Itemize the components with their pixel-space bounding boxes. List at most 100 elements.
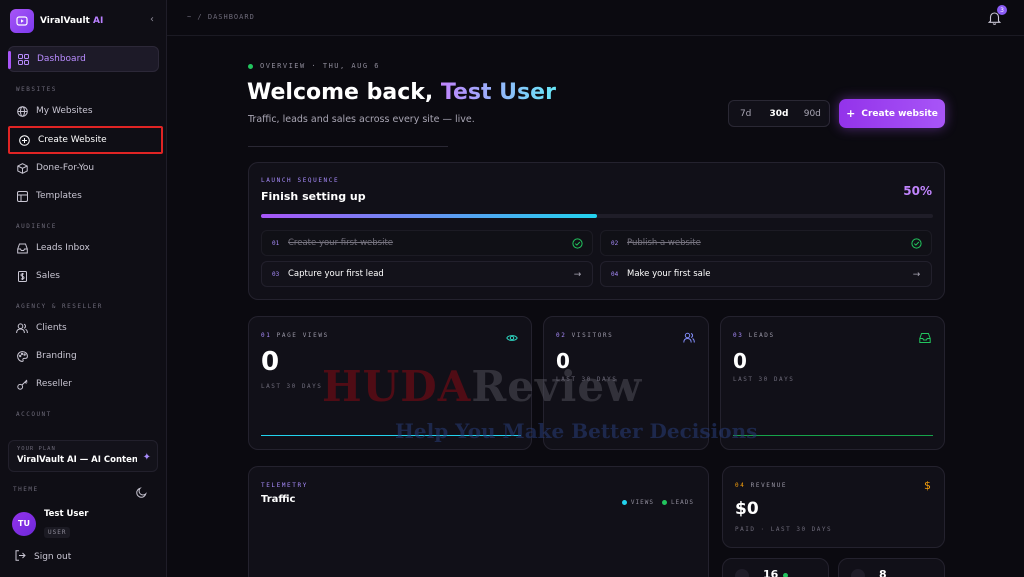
page-title: Welcome back, Test User bbox=[247, 80, 556, 105]
mini-stat-card: 8 bbox=[838, 558, 945, 577]
stat-trend-line bbox=[733, 435, 933, 436]
sidebar-item-sales[interactable]: Sales bbox=[8, 263, 159, 289]
chart-legend: VIEWS LEADS bbox=[614, 499, 694, 506]
revenue-value: $0 bbox=[735, 499, 759, 519]
app: ViralVault AI ‹ Dashboard WEBSITES My We… bbox=[0, 0, 1024, 577]
arrow-right-icon: → bbox=[912, 269, 921, 280]
sidebar-item-dashboard[interactable]: Dashboard bbox=[8, 46, 159, 72]
plan-card[interactable]: YOUR PLAN ViralVault AI — AI Content… ✦ bbox=[8, 440, 158, 472]
step-label: Make your first sale bbox=[627, 269, 711, 279]
step-capture-lead[interactable]: 03 Capture your first lead → bbox=[261, 261, 593, 287]
launch-label: LAUNCH SEQUENCE bbox=[261, 177, 340, 184]
telemetry-title: Traffic bbox=[261, 494, 296, 505]
overview-line: OVERVIEW · THU, AUG 6 bbox=[248, 62, 380, 70]
sidebar-item-label: Branding bbox=[36, 351, 77, 361]
section-agency: AGENCY & RESELLER bbox=[16, 303, 103, 310]
stat-label: 03 LEADS bbox=[733, 332, 775, 339]
sidebar-item-label: Reseller bbox=[36, 379, 72, 389]
progress-track bbox=[261, 214, 933, 218]
mini-value: 16 bbox=[763, 568, 779, 577]
stat-value: 0 bbox=[261, 347, 280, 377]
range-30d[interactable]: 30d bbox=[762, 101, 795, 126]
sidebar-item-my-websites[interactable]: My Websites bbox=[8, 98, 159, 124]
create-website-button[interactable]: + Create website bbox=[839, 99, 945, 128]
sidebar-item-label: My Websites bbox=[36, 106, 93, 116]
section-account: ACCOUNT bbox=[16, 411, 52, 418]
globe-icon bbox=[16, 105, 28, 117]
sidebar-item-clients[interactable]: Clients bbox=[8, 315, 159, 341]
users-icon bbox=[16, 322, 28, 334]
sidebar-item-create-website[interactable]: Create Website bbox=[8, 126, 163, 154]
watermark-subtitle: Help You Make Better Decisions bbox=[395, 419, 758, 443]
chevron-left-icon[interactable]: ‹ bbox=[150, 14, 154, 25]
sidebar-item-reseller[interactable]: Reseller bbox=[8, 371, 159, 397]
plan-value: ViralVault AI — AI Content… bbox=[17, 455, 137, 465]
user-profile[interactable]: TU Test User USER bbox=[12, 509, 88, 538]
plan-label: YOUR PLAN bbox=[17, 446, 56, 452]
moon-icon[interactable] bbox=[136, 483, 148, 498]
launch-percent: 50% bbox=[903, 184, 932, 198]
check-circle-icon bbox=[572, 238, 583, 249]
sidebar-item-label: Sales bbox=[36, 271, 60, 281]
mini-icon bbox=[735, 569, 749, 577]
user-role-badge: USER bbox=[44, 527, 71, 538]
user-name: Test User bbox=[44, 509, 89, 519]
progress-fill bbox=[261, 214, 597, 218]
sign-out-button[interactable]: Sign out bbox=[15, 550, 71, 564]
logout-icon bbox=[15, 550, 26, 564]
mini-stat-card: 16 bbox=[722, 558, 829, 577]
section-audience: AUDIENCE bbox=[16, 223, 57, 230]
telemetry-card: TELEMETRY Traffic VIEWS LEADS bbox=[248, 466, 709, 577]
sidebar-item-label: Done-For-You bbox=[36, 163, 95, 173]
step-make-sale[interactable]: 04 Make your first sale → bbox=[600, 261, 932, 287]
launch-sequence-card: LAUNCH SEQUENCE Finish setting up 50% 01… bbox=[248, 162, 945, 300]
launch-title: Finish setting up bbox=[261, 190, 366, 203]
sidebar-item-templates[interactable]: Templates bbox=[8, 183, 159, 209]
eye-icon bbox=[506, 329, 518, 341]
sidebar-item-label: Leads Inbox bbox=[36, 243, 90, 253]
sidebar-item-label: Clients bbox=[36, 323, 67, 333]
plus-circle-icon bbox=[18, 134, 30, 146]
range-90d[interactable]: 90d bbox=[796, 101, 829, 126]
stat-sub: LAST 30 DAYS bbox=[733, 376, 795, 383]
step-number: 03 bbox=[272, 270, 280, 278]
avatar: TU bbox=[12, 511, 36, 536]
step-publish-website[interactable]: 02 Publish a website bbox=[600, 230, 932, 256]
brand-name: ViralVault AI bbox=[40, 16, 104, 26]
receipt-icon bbox=[16, 270, 28, 282]
watermark-title: HUDAReview bbox=[322, 362, 643, 411]
sidebar-item-leads-inbox[interactable]: Leads Inbox bbox=[8, 235, 159, 261]
sidebar-item-done-for-you[interactable]: Done-For-You bbox=[8, 155, 159, 181]
sidebar: ViralVault AI ‹ Dashboard WEBSITES My We… bbox=[0, 0, 167, 577]
sidebar-item-label: Templates bbox=[36, 191, 82, 201]
inbox-icon bbox=[919, 329, 931, 343]
step-number: 04 bbox=[611, 270, 619, 278]
check-circle-icon bbox=[911, 238, 922, 249]
date-range-selector: 7d 30d 90d bbox=[728, 100, 830, 127]
dollar-icon: $ bbox=[924, 479, 931, 492]
step-label: Capture your first lead bbox=[288, 269, 384, 279]
topbar: ~ / DASHBOARD 3 bbox=[167, 0, 1024, 36]
brand[interactable]: ViralVault AI ‹ bbox=[10, 9, 160, 33]
arrow-right-icon: → bbox=[573, 269, 582, 280]
sidebar-item-label: Create Website bbox=[38, 135, 107, 145]
step-number: 01 bbox=[272, 239, 280, 247]
range-7d[interactable]: 7d bbox=[729, 101, 762, 126]
step-label: Create your first website bbox=[288, 238, 394, 248]
stat-label: 01 PAGE VIEWS bbox=[261, 332, 329, 339]
palette-icon bbox=[16, 350, 28, 362]
inbox-icon bbox=[16, 242, 28, 254]
step-create-website[interactable]: 01 Create your first website bbox=[261, 230, 593, 256]
users-icon bbox=[683, 329, 695, 343]
stat-value: 0 bbox=[733, 349, 747, 373]
sidebar-item-branding[interactable]: Branding bbox=[8, 343, 159, 369]
notification-badge: 3 bbox=[997, 5, 1007, 15]
revenue-label: 04 REVENUE bbox=[735, 482, 788, 489]
legend-views: VIEWS bbox=[621, 499, 654, 506]
step-number: 02 bbox=[611, 239, 619, 247]
revenue-card: 04 REVENUE $0 PAID · LAST 30 DAYS $ bbox=[722, 466, 945, 548]
section-websites: WEBSITES bbox=[16, 86, 57, 93]
breadcrumb: ~ / DASHBOARD bbox=[187, 13, 255, 21]
stat-label: 02 VISITORS bbox=[556, 332, 614, 339]
stat-sub: LAST 30 DAYS bbox=[261, 383, 323, 390]
